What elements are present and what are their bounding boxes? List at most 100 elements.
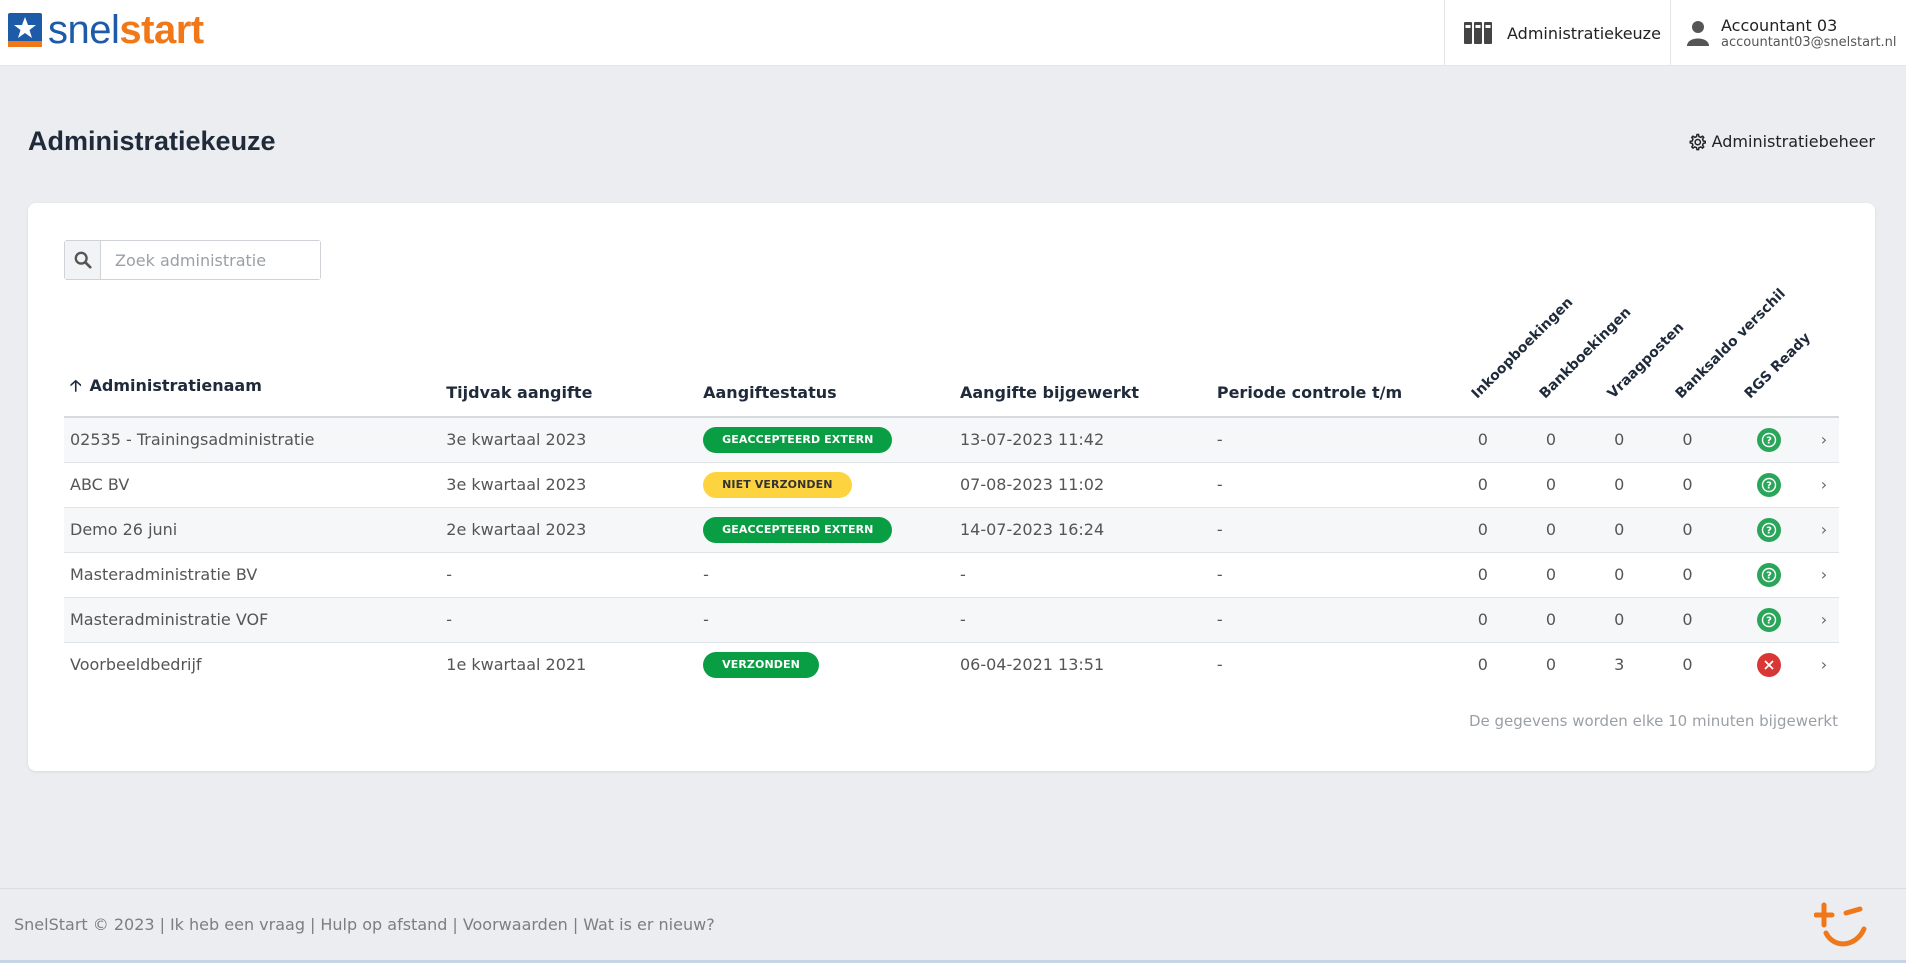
cell-status: -	[697, 552, 954, 598]
cell-saldo: 0	[1672, 462, 1741, 508]
col-header-updated[interactable]: Aangifte bijgewerkt	[953, 299, 1211, 418]
table-row[interactable]: Masteradministratie VOF - - - - 0 0 0 0 …	[64, 597, 1839, 643]
update-note: De gegevens worden elke 10 minuten bijge…	[1468, 712, 1838, 730]
rgs-question-icon[interactable]: ?	[1756, 562, 1781, 587]
cell-name: ABC BV	[64, 462, 441, 508]
cell-bank: 0	[1535, 462, 1605, 508]
cell-control: -	[1210, 597, 1468, 643]
star-logo-icon	[8, 13, 42, 47]
cell-control: -	[1210, 507, 1468, 553]
cell-updated: 13-07-2023 11:42	[953, 417, 1211, 463]
footer: SnelStart © 2023 | Ik heb een vraag | Hulp o…	[0, 888, 1906, 960]
logo-text-start: start	[119, 8, 204, 52]
status-badge: GEACCEPTEERD EXTERN	[703, 426, 893, 453]
footer-copyright: SnelStart © 2023	[14, 915, 155, 934]
cell-vraag: 0	[1604, 507, 1673, 553]
search-icon[interactable]	[65, 241, 101, 279]
chevron-right-icon[interactable]: ›	[1809, 642, 1839, 687]
cell-control: -	[1216, 655, 1223, 675]
cell-vraag: 0	[1604, 597, 1673, 643]
page-title: Administratiekeuze	[28, 126, 276, 156]
snelstart-logo[interactable]: snelstart	[8, 10, 204, 50]
col-header-status[interactable]: Aangiftestatus	[697, 299, 954, 418]
svg-text:?: ?	[1766, 615, 1772, 626]
status-badge: VERZONDEN	[703, 651, 819, 678]
cell-bank: 0	[1535, 507, 1605, 553]
table-row[interactable]: ABC BV 3e kwartaal 2023 NIET VERZONDEN 0…	[64, 462, 1839, 508]
cell-inkoop: 0	[1467, 597, 1536, 643]
cell-vraag: 0	[1604, 417, 1673, 463]
books-icon	[1464, 22, 1492, 44]
cell-period: -	[440, 597, 698, 643]
rgs-question-icon[interactable]: ?	[1756, 517, 1781, 542]
cell-bank: 0	[1535, 552, 1605, 598]
status-badge: NIET VERZONDEN	[703, 471, 852, 498]
cell-control: -	[1210, 417, 1468, 463]
smile-logo-icon	[1813, 899, 1870, 955]
cell-saldo: 0	[1672, 552, 1741, 598]
search-input[interactable]	[101, 241, 320, 279]
administratiebeheer-link[interactable]: Administratiebeheer	[1688, 132, 1875, 151]
user-icon	[1687, 21, 1709, 46]
cell-control: -	[1210, 552, 1468, 598]
cell-vraag: 3	[1614, 655, 1625, 675]
col-header-period[interactable]: Tijdvak aangifte	[440, 299, 698, 418]
cell-name: Voorbeeldbedrijf	[70, 655, 202, 675]
cell-saldo: 0	[1682, 655, 1693, 675]
chevron-right-icon[interactable]: ›	[1808, 462, 1839, 508]
cell-saldo: 0	[1672, 417, 1741, 463]
footer-link-voorwaarden[interactable]: Voorwaarden	[463, 915, 568, 934]
col-header-saldo[interactable]: Banksaldo verschil	[1672, 286, 1789, 418]
cell-period: 3e kwartaal 2023	[440, 462, 698, 508]
footer-link-vraag[interactable]: Ik heb een vraag	[170, 915, 305, 934]
chevron-right-icon[interactable]: ›	[1808, 552, 1839, 598]
cell-bank: 0	[1535, 597, 1605, 643]
chevron-right-icon[interactable]: ›	[1808, 597, 1839, 643]
col-header-vraag[interactable]: Vraagposten	[1604, 299, 1687, 418]
administrations-table: 🡡 Administratienaam Tijdvak aangifte Aang…	[64, 286, 1839, 687]
administrations-card: 🡡Administratienaam Tijdvak aangifte Aang…	[28, 203, 1875, 771]
cell-bank: 0	[1535, 417, 1605, 463]
col-header-inkoop[interactable]: Inkoopboekingen	[1467, 294, 1576, 418]
header-user-menu[interactable]: Accountant 03 accountant03@snelstart.nl	[1670, 0, 1906, 66]
cell-period: 3e kwartaal 2023	[440, 417, 698, 463]
table-row[interactable]: Masteradministratie BV - - - - 0 0 0 0 ?…	[64, 552, 1839, 598]
chevron-right-icon[interactable]: ›	[1808, 417, 1839, 463]
cell-inkoop: 0	[1477, 655, 1488, 675]
table-row[interactable]: Demo 26 juni 2e kwartaal 2023 GEACCEPTEE…	[64, 507, 1839, 553]
table-row[interactable]: 02535 - Trainingsadministratie 3e kwarta…	[64, 417, 1839, 463]
cell-status: -	[697, 597, 954, 643]
cell-bank: 0	[1545, 655, 1557, 675]
cell-period: -	[440, 552, 698, 598]
cell-inkoop: 0	[1467, 417, 1536, 463]
cell-name: Masteradministratie VOF	[64, 597, 441, 643]
cell-vraag: 0	[1604, 552, 1673, 598]
col-header-bank[interactable]: Bankboekingen	[1535, 299, 1634, 418]
col-header-rgs[interactable]: RGS Ready	[1740, 299, 1813, 418]
footer-link-hulp[interactable]: Hulp op afstand	[320, 915, 447, 934]
cell-saldo: 0	[1672, 507, 1741, 553]
table-row[interactable]: Voorbeeldbedrijf 1e kwartaal 2021 VERZON…	[64, 642, 1839, 687]
cell-updated: 07-08-2023 11:02	[953, 462, 1211, 508]
col-header-control[interactable]: Periode controle t/m	[1210, 299, 1468, 418]
rgs-question-icon[interactable]: ?	[1756, 607, 1781, 632]
cell-name: 02535 - Trainingsadministratie	[64, 417, 441, 463]
cell-vraag: 0	[1604, 462, 1673, 508]
cell-inkoop: 0	[1467, 552, 1536, 598]
cell-updated: 14-07-2023 16:24	[953, 507, 1211, 553]
footer-link-nieuw[interactable]: Wat is er nieuw?	[583, 915, 714, 934]
rgs-error-icon[interactable]	[1756, 652, 1781, 677]
logo-text-snel: snel	[48, 8, 120, 52]
cell-updated: -	[953, 597, 1211, 643]
chevron-right-icon[interactable]: ›	[1808, 507, 1839, 553]
cell-updated: 06-04-2021 13:51	[959, 655, 1105, 675]
user-name: Accountant 03	[1721, 15, 1838, 35]
header-administratiekeuze[interactable]: Administratiekeuze	[1444, 0, 1670, 66]
rgs-question-icon[interactable]: ?	[1756, 427, 1781, 452]
rgs-question-icon[interactable]: ?	[1756, 472, 1781, 497]
cell-period: 2e kwartaal 2023	[440, 507, 698, 553]
svg-text:?: ?	[1766, 525, 1772, 536]
administratiebeheer-label: Administratiebeheer	[1711, 132, 1875, 151]
col-header-name[interactable]: 🡡 Administratienaam	[64, 299, 441, 418]
status-badge: GEACCEPTEERD EXTERN	[703, 516, 893, 543]
